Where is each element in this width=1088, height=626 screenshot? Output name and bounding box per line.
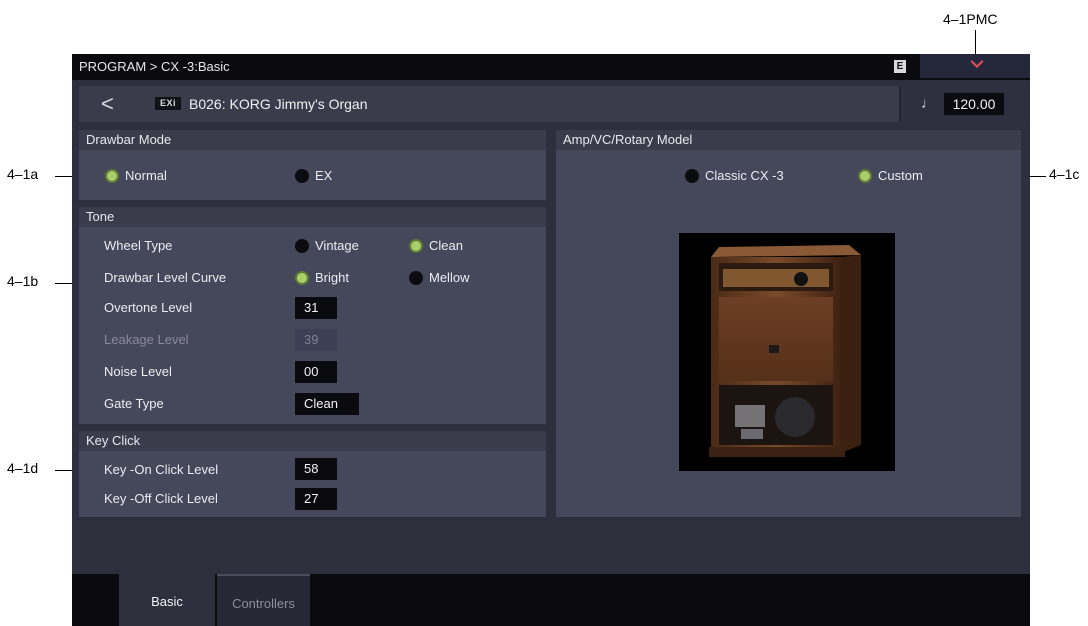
bank-badge: EXi: [155, 97, 181, 110]
rotary-speaker-cabinet-icon: [709, 245, 861, 457]
led-on-icon: [105, 168, 119, 183]
tempo-value[interactable]: 120.00: [944, 93, 1004, 115]
radio-label: EX: [315, 168, 333, 183]
wheel-type-vintage-radio[interactable]: Vintage: [295, 238, 359, 253]
callout-4-1d: 4–1d: [7, 460, 39, 476]
key-on-click-label: Key -On Click Level: [104, 462, 219, 477]
drawbar-curve-label: Drawbar Level Curve: [104, 270, 227, 285]
wheel-type-clean-radio[interactable]: Clean: [409, 238, 463, 253]
program-name[interactable]: B026: KORG Jimmy's Organ: [189, 96, 368, 112]
callout-4-1c: 4–1c: [1049, 166, 1080, 182]
led-on-icon: [295, 270, 309, 285]
drawbar-mode-header: Drawbar Mode: [79, 130, 546, 150]
radio-label: Clean: [429, 238, 463, 253]
overtone-level-label: Overtone Level: [104, 300, 193, 315]
leakage-level-label: Leakage Level: [104, 332, 189, 347]
noise-level-label: Noise Level: [104, 364, 172, 379]
key-on-click-field[interactable]: 58: [295, 458, 337, 480]
key-off-click-field[interactable]: 27: [295, 488, 337, 510]
wheel-type-label: Wheel Type: [104, 238, 173, 253]
radio-label: Bright: [315, 270, 349, 285]
breadcrumb: PROGRAM > CX -3:Basic: [79, 59, 230, 74]
gate-type-label: Gate Type: [104, 396, 164, 411]
radio-label: Mellow: [429, 270, 470, 285]
pmc-toggle-button[interactable]: [920, 54, 1030, 78]
drawbar-mode-normal-radio[interactable]: Normal: [105, 168, 167, 183]
key-click-header: Key Click: [79, 431, 546, 451]
callout-4-1b: 4–1b: [7, 273, 39, 289]
radio-label: Custom: [878, 168, 923, 183]
led-off-icon: [409, 270, 423, 285]
radio-label: Vintage: [315, 238, 359, 253]
callout-4-1pmc-line: [975, 30, 976, 56]
led-on-icon: [409, 238, 423, 253]
chevron-down-icon: [970, 60, 984, 69]
tone-header: Tone: [79, 207, 546, 227]
noise-level-field[interactable]: 00: [295, 361, 337, 383]
amp-classic-radio[interactable]: Classic CX -3: [685, 168, 784, 183]
tempo-control: ♩ 120.00: [899, 86, 1027, 122]
tab-basic[interactable]: Basic: [119, 574, 215, 626]
edit-badge: E: [894, 60, 906, 73]
tab-controllers[interactable]: Controllers: [217, 574, 310, 626]
tone-panel: Wheel Type Vintage Clean Drawbar Level C…: [79, 227, 546, 424]
led-off-icon: [295, 168, 309, 183]
overtone-level-field[interactable]: 31: [295, 297, 337, 319]
page-tabs: Basic Controllers: [72, 574, 1030, 626]
callout-4-1a: 4–1a: [7, 166, 39, 182]
radio-label: Classic CX -3: [705, 168, 784, 183]
amp-custom-radio[interactable]: Custom: [858, 168, 923, 183]
leakage-level-field: 39: [295, 329, 337, 351]
radio-label: Normal: [125, 168, 167, 183]
drawbar-mode-panel: Normal EX: [79, 150, 546, 200]
led-off-icon: [295, 238, 309, 253]
gate-type-field[interactable]: Clean: [295, 393, 359, 415]
amp-model-header: Amp/VC/Rotary Model: [556, 130, 1021, 150]
drawbar-curve-mellow-radio[interactable]: Mellow: [409, 270, 469, 285]
callout-4-1pmc: 4–1PMC: [943, 11, 998, 27]
amp-model-panel: Classic CX -3 Custom: [556, 150, 1021, 517]
device-screen: PROGRAM > CX -3:Basic E < EXi B026: KORG…: [72, 54, 1030, 626]
program-bar: < EXi B026: KORG Jimmy's Organ ♩ 120.00: [79, 86, 1027, 122]
drawbar-curve-bright-radio[interactable]: Bright: [295, 270, 349, 285]
led-off-icon: [685, 168, 699, 183]
quarter-note-icon: ♩: [921, 95, 936, 112]
key-click-panel: Key -On Click Level 58 Key -Off Click Le…: [79, 451, 546, 517]
rotary-speaker-image: [679, 233, 895, 471]
drawbar-mode-ex-radio[interactable]: EX: [295, 168, 332, 183]
back-button[interactable]: <: [101, 92, 114, 116]
title-bar: PROGRAM > CX -3:Basic E: [72, 54, 1030, 80]
led-on-icon: [858, 168, 872, 183]
key-off-click-label: Key -Off Click Level: [104, 491, 218, 506]
